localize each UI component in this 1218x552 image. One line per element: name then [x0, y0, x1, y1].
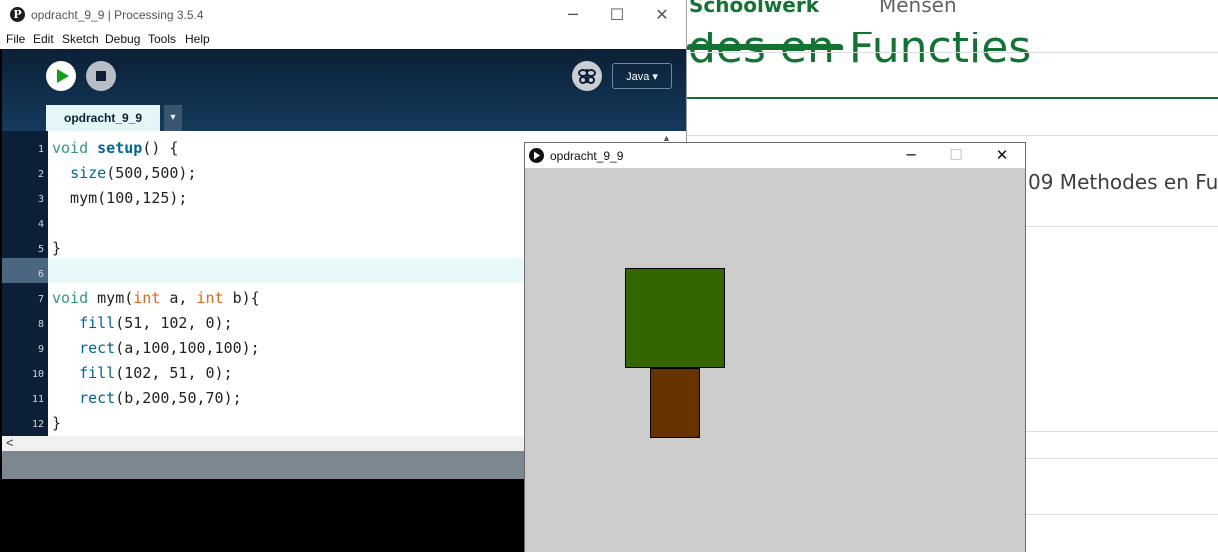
line-number: 9: [37, 344, 44, 355]
sketch-window: opdracht_9_9 ─ ☐ ✕: [524, 142, 1026, 552]
tab-mensen[interactable]: Mensen: [879, 0, 957, 17]
debugger-button[interactable]: [572, 61, 602, 91]
mode-selector[interactable]: Java ▾: [612, 63, 672, 89]
divider: [1025, 431, 1218, 432]
code-line: void mym(int a, int b){: [52, 289, 260, 307]
code-line: rect(b,200,50,70);: [79, 389, 242, 407]
menu-tools[interactable]: Tools: [148, 32, 176, 46]
stop-icon: [96, 71, 106, 81]
menu-help[interactable]: Help: [185, 32, 210, 46]
line-number: 10: [31, 369, 44, 380]
maximize-icon: ☐: [949, 146, 963, 164]
code-line: mym(100,125);: [52, 189, 188, 207]
butterfly-icon: [578, 69, 596, 84]
scroll-left-icon[interactable]: <: [6, 435, 14, 450]
divider: [1025, 458, 1218, 459]
heading-underline: [687, 97, 1218, 99]
menu-bar: File Edit Sketch Debug Tools Help: [0, 30, 686, 49]
sketch-titlebar[interactable]: opdracht_9_9 ─ ☐ ✕: [525, 143, 1025, 168]
tree-trunk-rect: [650, 368, 700, 438]
line-number: 3: [37, 194, 44, 205]
code-line: size(500,500);: [70, 164, 197, 182]
minimize-icon[interactable]: ─: [559, 4, 587, 26]
ide-window-title: opdracht_9_9 | Processing 3.5.4: [31, 8, 204, 22]
maximize-icon[interactable]: ☐: [603, 4, 631, 26]
minimize-icon[interactable]: ─: [897, 145, 925, 165]
line-number: 8: [37, 319, 44, 330]
divider: [1025, 226, 1218, 227]
menu-sketch[interactable]: Sketch: [62, 32, 99, 46]
line-number: 4: [37, 219, 44, 230]
play-icon: [57, 69, 69, 83]
stop-button[interactable]: [86, 61, 116, 91]
line-number: 7: [37, 294, 44, 305]
divider: [687, 135, 1218, 136]
code-line: fill(102, 51, 0);: [79, 364, 233, 382]
tab-menu-button[interactable]: ▾: [164, 105, 182, 131]
line-number: 5: [37, 244, 44, 255]
code-line: fill(51, 102, 0);: [79, 314, 233, 332]
line-number: 1: [37, 144, 44, 155]
run-button[interactable]: [46, 61, 76, 91]
code-line: }: [52, 239, 62, 257]
menu-debug[interactable]: Debug: [105, 32, 140, 46]
close-icon[interactable]: ✕: [988, 145, 1016, 165]
tab-schoolwerk[interactable]: Schoolwerk: [689, 0, 819, 17]
line-number: 11: [31, 394, 44, 405]
close-icon[interactable]: ✕: [648, 4, 676, 26]
sketch-canvas[interactable]: [525, 168, 1025, 552]
sketch-window-title: opdracht_9_9: [550, 149, 624, 163]
processing-app-icon: [529, 148, 544, 163]
ide-toolbar: Java ▾ opdracht_9_9 ▾: [2, 49, 686, 131]
divider: [687, 52, 1218, 53]
ide-titlebar[interactable]: P opdracht_9_9 | Processing 3.5.4 ─ ☐ ✕: [0, 0, 686, 30]
menu-file[interactable]: File: [6, 32, 25, 46]
line-number: 12: [31, 419, 44, 430]
topic-title[interactable]: 09 Methodes en Fu: [1028, 170, 1218, 194]
code-line: void setup() {: [52, 139, 179, 157]
line-number: 6: [37, 269, 44, 280]
line-number: 2: [37, 169, 44, 180]
tab-opdracht-9-9[interactable]: opdracht_9_9: [46, 105, 160, 131]
processing-logo-icon: P: [10, 7, 25, 22]
code-line: }: [52, 414, 62, 432]
tree-canopy-rect: [625, 268, 725, 368]
code-line: rect(a,100,100,100);: [79, 339, 260, 357]
menu-edit[interactable]: Edit: [33, 32, 54, 46]
divider: [1025, 514, 1218, 515]
active-tab-indicator: [687, 44, 843, 50]
